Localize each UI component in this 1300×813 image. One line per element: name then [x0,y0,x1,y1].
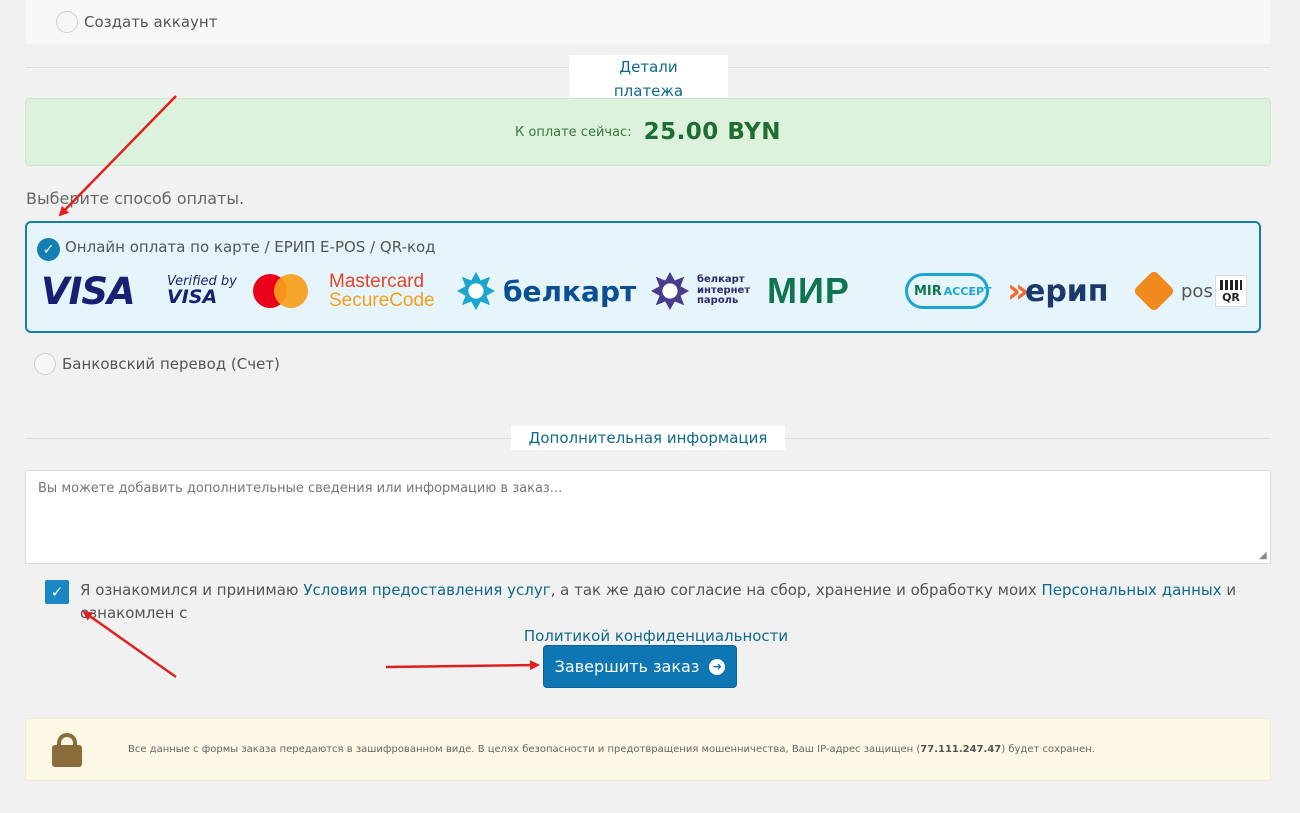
verified-by-visa-logo: Verified by VISA [167,269,237,313]
payment-method-online-label: Онлайн оплата по карте / ЕРИП E-POS / QR… [65,238,436,256]
vbv-bottom-text: VISA [167,286,218,308]
mastercard-logo [253,269,309,313]
payment-details-heading: Детали платежа [569,55,728,103]
payment-logos: VISA Verified by VISA Mastercard SecureC… [39,269,1249,313]
qr-code-icon: QR [1215,275,1247,307]
place-order-button[interactable]: Завершить заказ ➜ [543,645,737,688]
additional-info-heading: Дополнительная информация [511,426,785,450]
epos-diamond-icon [1132,269,1176,313]
ip-address: 77.111.247.47 [920,744,1002,755]
qr-text: QR [1222,290,1240,304]
mir-accept-logo: MIR ACCEPT [905,269,992,313]
order-notes-textarea[interactable] [25,470,1271,564]
epos-logo: pos [1132,269,1213,313]
epos-text: pos [1181,280,1213,302]
privacy-policy-link[interactable]: Политикой конфиденциальности [524,627,788,645]
bank-transfer-radio[interactable] [34,353,56,375]
create-account-option[interactable]: Создать аккаунт [26,0,1270,44]
mc-sc-top-text: Mastercard [329,271,425,292]
mc-sc-bottom-text: SecureCode [329,290,435,311]
mir-accept-accept-text: ACCEPT [943,284,992,298]
lock-icon [52,732,82,767]
arrow-right-icon: ➜ [709,658,726,675]
belkart-star-icon [457,272,495,310]
payment-method-bank[interactable]: Банковский перевод (Счет) [34,353,280,375]
selected-check-icon[interactable]: ✓ [37,238,60,261]
amount-value: 25.00 BYN [643,119,781,145]
bip-star-icon [651,272,689,310]
mastercard-circles-icon [253,274,309,308]
personal-data-link[interactable]: Персональных данных [1042,581,1222,599]
security-message-before: Все данные с формы заказа передаются в з… [128,744,921,755]
qr-logo: QR [1215,269,1247,313]
terms-text-part1: Я ознакомился и принимаю [80,581,304,599]
payment-method-bank-label: Банковский перевод (Счет) [62,355,280,373]
place-order-label: Завершить заказ [554,657,700,676]
resize-grip-icon[interactable]: ◢ [1259,551,1269,561]
visa-logo: VISA [41,269,136,313]
payment-method-online[interactable]: ✓ Онлайн оплата по карте / ЕРИП E-POS / … [25,221,1261,333]
create-account-radio[interactable] [56,11,78,33]
erip-chevron-icon: » [1007,271,1029,311]
terms-text-part2: , а так же даю согласие на сбор, хранени… [550,581,1042,599]
mastercard-securecode-logo: Mastercard SecureCode [329,269,435,313]
mir-logo: МИР [767,270,850,311]
amount-due-box: К оплате сейчас: 25.00 BYN [25,98,1271,166]
create-account-label: Создать аккаунт [84,13,218,31]
belkart-internet-password-logo: белкарт интернет пароль [651,269,750,313]
terms-text: Я ознакомился и принимаю Условия предост… [80,579,1270,648]
security-notice: Все данные с формы заказа передаются в з… [25,718,1271,781]
annotation-arrow-submit [385,660,540,671]
erip-logo: » ерип [1007,269,1109,313]
security-message-after: ) будет сохранен. [1001,744,1095,755]
bip-text-3: пароль [697,295,739,307]
belkart-logo: белкарт [457,269,636,313]
terms-checkbox[interactable]: ✓ [45,580,69,604]
amount-label: К оплате сейчас: [515,124,632,140]
belkart-text: белкарт [503,274,637,308]
erip-text: ерип [1024,273,1109,309]
security-message: Все данные с формы заказа передаются в з… [128,744,1095,755]
terms-of-service-link[interactable]: Условия предоставления услуг [303,581,550,599]
mir-accept-mir-text: MIR [914,283,942,299]
choose-payment-label: Выберите способ оплаты. [26,189,245,208]
